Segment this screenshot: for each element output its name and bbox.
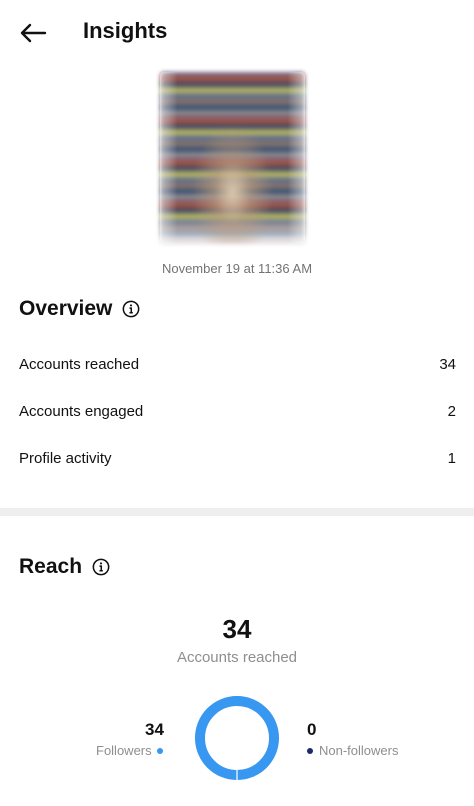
thumbnail-overlay	[160, 72, 305, 244]
metric-value: 1	[447, 450, 456, 467]
page-title: Insights	[83, 18, 168, 43]
profile-activity-row[interactable]: Profile activity 1	[19, 450, 456, 467]
reach-title: Reach	[19, 555, 83, 578]
followers-count: 34	[145, 720, 164, 739]
reach-heading: Reach	[19, 555, 110, 579]
donut-followers-segment	[195, 696, 279, 780]
metric-value: 2	[447, 403, 456, 420]
info-icon[interactable]	[92, 558, 110, 576]
metric-label: Accounts engaged	[19, 403, 144, 420]
back-button[interactable]	[16, 16, 50, 50]
followers-label: Followers	[96, 743, 152, 758]
accounts-reached-row[interactable]: Accounts reached 34	[19, 356, 456, 373]
overview-heading: Overview	[19, 297, 140, 321]
non-followers-count: 0	[307, 720, 317, 739]
section-divider	[0, 508, 474, 516]
post-timestamp: November 19 at 11:36 AM	[161, 261, 313, 276]
non-followers-dot	[307, 747, 313, 754]
accounts-engaged-row[interactable]: Accounts engaged 2	[19, 403, 456, 420]
metric-label: Profile activity	[19, 450, 112, 467]
arrow-left-icon	[20, 23, 47, 43]
followers-legend: Followers	[96, 743, 163, 758]
reach-total: 34	[222, 614, 252, 644]
metric-label: Accounts reached	[19, 356, 140, 373]
reach-donut-chart	[195, 696, 279, 780]
metric-value: 34	[439, 356, 456, 373]
info-icon[interactable]	[122, 300, 140, 318]
non-followers-legend: Non-followers	[307, 743, 398, 758]
followers-dot	[156, 747, 163, 754]
non-followers-label: Non-followers	[319, 743, 399, 758]
reach-total-label: Accounts reached	[176, 649, 298, 666]
overview-title: Overview	[19, 297, 113, 320]
top-bar: Insights	[0, 0, 474, 64]
